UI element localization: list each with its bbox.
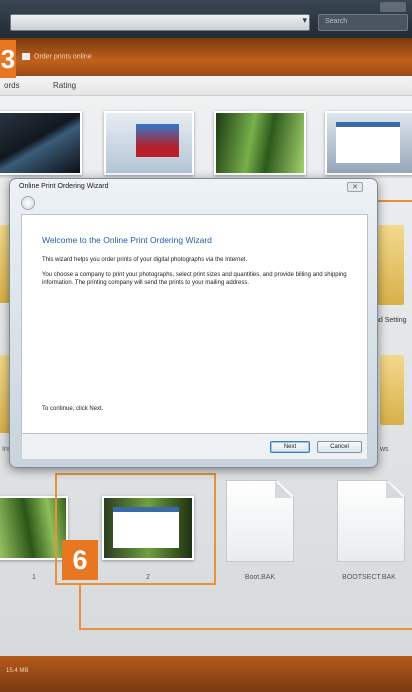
file-label-bootsect-bak: BOOTSECT.BAK [342, 574, 396, 581]
column-headers: ords Rating [0, 76, 412, 96]
status-bar: 15.4 MB [0, 656, 412, 692]
image-thumbnail[interactable] [0, 111, 82, 175]
cancel-button[interactable]: Cancel [317, 441, 362, 453]
address-field[interactable]: ▾ [10, 14, 310, 31]
wizard-description-text: You choose a company to print your photo… [42, 272, 347, 286]
step-badge-6: 6 [62, 540, 98, 580]
callout-connector-line [377, 200, 412, 202]
dialog-title: Online Print Ordering Wizard [19, 183, 109, 190]
wizard-heading: Welcome to the Online Print Ordering Wiz… [42, 235, 212, 245]
dropdown-arrow-icon[interactable]: ▾ [302, 16, 307, 26]
status-size: 15.4 MB [6, 668, 29, 674]
folder-label: ws [380, 446, 389, 453]
window-controls[interactable] [380, 2, 406, 12]
document-icon[interactable] [337, 480, 405, 562]
image-thumbnail[interactable] [325, 111, 412, 175]
wizard-intro-text: This wizard helps you order prints of yo… [42, 257, 248, 263]
file-label-1: 1 [32, 574, 36, 581]
document-icon[interactable] [226, 480, 294, 562]
dialog-footer: Next Cancel [21, 434, 368, 460]
order-prints-button[interactable]: Order prints online [22, 53, 92, 60]
folder-label: nd Setting [375, 317, 407, 324]
folder-icon[interactable] [380, 355, 404, 425]
close-icon[interactable]: ✕ [347, 182, 363, 192]
toolbar: Order prints online [0, 38, 412, 76]
callout-connector-line [79, 585, 81, 630]
wizard-continue-text: To continue, click Next. [42, 406, 104, 412]
back-arrow-icon[interactable] [21, 196, 35, 210]
callout-connector-line [79, 628, 412, 630]
image-thumbnail[interactable] [104, 111, 194, 175]
address-bar-area: ▾ Search [0, 0, 412, 38]
image-thumbnail[interactable] [214, 111, 306, 175]
column-header-keywords[interactable]: ords [4, 81, 20, 90]
dialog-body: Welcome to the Online Print Ordering Wiz… [21, 214, 368, 434]
step-badge-3: 3 [0, 40, 16, 78]
search-input[interactable]: Search [318, 14, 408, 31]
online-print-ordering-wizard-dialog: Online Print Ordering Wizard ✕ Welcome t… [9, 178, 378, 468]
next-button[interactable]: Next [270, 441, 310, 453]
file-label-boot-bak: Boot.BAK [244, 574, 276, 581]
folder-icon[interactable] [376, 225, 404, 305]
column-header-rating[interactable]: Rating [53, 81, 76, 90]
search-placeholder: Search [325, 18, 348, 25]
